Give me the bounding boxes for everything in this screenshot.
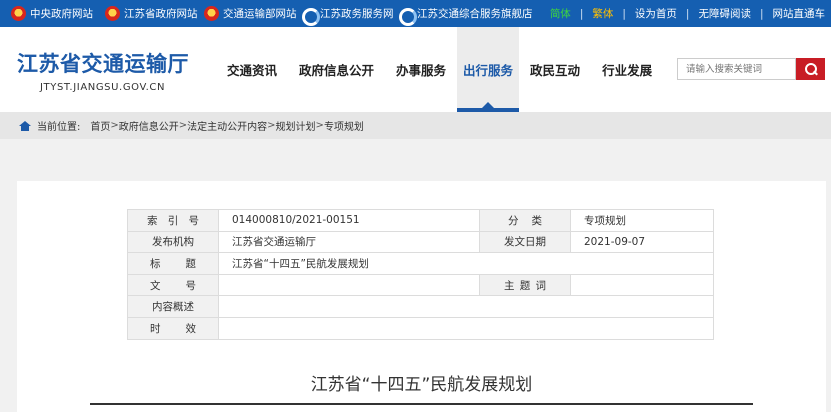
title-divider	[90, 403, 753, 405]
topbar-link-label: 交通运输部网站	[223, 8, 297, 20]
main-nav: 交通资讯 政府信息公开 办事服务 出行服务 政民互动 行业发展	[216, 27, 663, 112]
table-row: 索引号 014000810/2021-00151 分类 专项规划	[127, 209, 714, 232]
breadcrumb-special-plans[interactable]: 专项规划	[324, 118, 364, 133]
divider: |	[579, 7, 584, 20]
site-express-link[interactable]: 网站直通车	[773, 6, 826, 21]
nav-item-interaction[interactable]: 政民互动	[519, 27, 591, 112]
validity-value	[218, 316, 714, 340]
government-service-icon	[398, 6, 417, 26]
breadcrumb-home[interactable]: 首页	[90, 118, 110, 133]
site-header: 江苏省交通运输厅 JTYST.JIANGSU.GOV.CN 交通资讯 政府信息公…	[0, 27, 831, 112]
national-emblem-icon	[11, 6, 26, 21]
topbar-link-label: 江苏政务服务网	[320, 8, 394, 20]
breadcrumb-statutory-content[interactable]: 法定主动公开内容	[187, 118, 267, 133]
accessibility-link[interactable]: 无障碍阅读	[698, 6, 751, 21]
category-label-text: 分类	[508, 214, 542, 227]
top-bar: 中央政府网站 江苏省政府网站 交通运输部网站 江苏政务服务网 江苏交通综合服务旗…	[0, 0, 831, 27]
table-row: 文号 主题词	[127, 273, 714, 297]
title-value: 江苏省“十四五”民航发展规划	[218, 252, 714, 275]
document-metadata-table: 索引号 014000810/2021-00151 分类 专项规划 发布机构 江苏…	[127, 209, 714, 340]
table-row: 时效	[127, 316, 714, 340]
topbar-link-jiangsu-gov[interactable]: 江苏省政府网站	[105, 0, 198, 27]
content-panel: 索引号 014000810/2021-00151 分类 专项规划 发布机构 江苏…	[17, 181, 826, 412]
topbar-link-central-gov[interactable]: 中央政府网站	[11, 0, 93, 27]
date-value: 2021-09-07	[570, 230, 714, 254]
subject-label: 主题词	[479, 273, 571, 297]
set-homepage-link[interactable]: 设为首页	[635, 6, 677, 21]
national-emblem-icon	[204, 6, 219, 21]
nav-item-travel-services[interactable]: 出行服务	[457, 27, 520, 112]
category-value: 专项规划	[570, 209, 714, 232]
breadcrumb-separator: >	[267, 120, 276, 131]
home-icon	[19, 120, 31, 131]
site-title[interactable]: 江苏省交通运输厅	[17, 48, 189, 78]
breadcrumb-plans[interactable]: 规划计划	[276, 118, 316, 133]
validity-label: 时效	[127, 316, 219, 340]
search-icon	[804, 63, 817, 75]
subject-value	[570, 273, 714, 297]
docno-label: 文号	[127, 273, 219, 297]
divider: |	[759, 7, 764, 20]
index-value: 014000810/2021-00151	[218, 209, 480, 232]
breadcrumb-separator: >	[178, 120, 188, 131]
traditional-chinese-link[interactable]: 繁体	[592, 6, 613, 21]
national-emblem-icon	[105, 6, 120, 21]
breadcrumb-info-disclosure[interactable]: 政府信息公开	[119, 118, 179, 133]
issuer-label: 发布机构	[127, 230, 219, 254]
divider: |	[685, 7, 690, 20]
nav-item-news[interactable]: 交通资讯	[216, 27, 288, 112]
topbar-link-label: 中央政府网站	[30, 8, 93, 20]
topbar-link-label: 江苏交通综合服务旗舰店	[417, 8, 533, 20]
simplified-chinese-link[interactable]: 简体	[550, 6, 571, 21]
category-label: 分类	[479, 209, 571, 232]
site-domain: JTYST.JIANGSU.GOV.CN	[40, 82, 166, 93]
breadcrumb-label: 当前位置:	[37, 122, 81, 133]
issuer-value: 江苏省交通运输厅	[218, 230, 480, 254]
topbar-link-flagship-store[interactable]: 江苏交通综合服务旗舰店	[398, 0, 533, 27]
nav-item-industry[interactable]: 行业发展	[591, 27, 663, 112]
article-title: 江苏省“十四五”民航发展规划	[310, 375, 533, 395]
topbar-link-gov-service[interactable]: 江苏政务服务网	[301, 0, 394, 27]
docno-value	[218, 273, 480, 297]
nav-item-info-disclosure[interactable]: 政府信息公开	[288, 27, 385, 112]
index-label-text: 索引号	[147, 214, 199, 227]
topbar-link-mot[interactable]: 交通运输部网站	[204, 0, 297, 27]
docno-label-text: 文号	[150, 279, 196, 292]
subject-label-text: 主题词	[504, 279, 546, 292]
date-label: 发文日期	[479, 230, 571, 254]
breadcrumb-separator: >	[315, 120, 324, 131]
divider: |	[622, 7, 626, 20]
title-label: 标题	[127, 252, 219, 275]
breadcrumb-separator: >	[110, 120, 119, 131]
search-input[interactable]	[677, 58, 796, 80]
index-label: 索引号	[127, 209, 219, 232]
summary-value	[218, 295, 714, 318]
breadcrumb: 当前位置: 首页 > 政府信息公开 > 法定主动公开内容 > 规划计划 > 专项…	[0, 112, 831, 139]
summary-label: 内容概述	[127, 295, 219, 318]
table-row: 内容概述	[127, 295, 714, 318]
table-row: 发布机构 江苏省交通运输厅 发文日期 2021-09-07	[127, 230, 714, 254]
table-row: 标题 江苏省“十四五”民航发展规划	[127, 252, 714, 275]
title-label-text: 标题	[150, 257, 196, 270]
nav-item-services[interactable]: 办事服务	[385, 27, 457, 112]
government-service-icon	[301, 6, 320, 26]
topbar-utility-links: 简体 | 繁体 | 设为首页 | 无障碍阅读 | 网站直通车	[550, 0, 825, 27]
topbar-link-label: 江苏省政府网站	[124, 8, 198, 20]
validity-label-text: 时效	[150, 322, 196, 335]
search-button[interactable]	[796, 58, 825, 80]
